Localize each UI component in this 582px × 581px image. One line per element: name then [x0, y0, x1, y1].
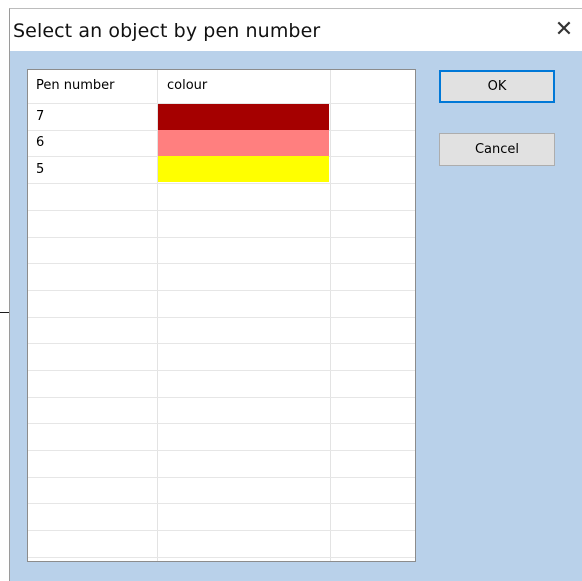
row-separator [28, 450, 415, 451]
row-separator [28, 263, 415, 264]
row-separator [28, 317, 415, 318]
header-colour[interactable]: colour [167, 78, 207, 93]
row-separator [28, 370, 415, 371]
pen-number-cell: 6 [36, 135, 45, 150]
row-separator [28, 477, 415, 478]
column-separator [330, 70, 331, 561]
background-edge-mark [0, 312, 9, 313]
row-separator [28, 183, 415, 184]
colour-swatch [158, 104, 329, 130]
pen-select-dialog: Select an object by pen number ✕ Pen num… [9, 8, 582, 581]
dialog-body: Pen number colour 7 6 5 OK Cancel [10, 51, 582, 581]
row-separator [28, 557, 415, 558]
pen-number-cell: 5 [36, 162, 45, 177]
row-separator [28, 290, 415, 291]
title-bar: Select an object by pen number ✕ [10, 9, 582, 52]
ok-button[interactable]: OK [439, 70, 555, 103]
row-separator [28, 397, 415, 398]
header-pen-number[interactable]: Pen number [36, 78, 114, 93]
row-separator [28, 530, 415, 531]
row-separator [28, 423, 415, 424]
row-separator [28, 210, 415, 211]
row-separator [28, 237, 415, 238]
colour-swatch [158, 156, 329, 182]
row-separator [28, 503, 415, 504]
pen-table[interactable]: Pen number colour 7 6 5 [27, 69, 416, 562]
row-separator [28, 343, 415, 344]
close-icon[interactable]: ✕ [546, 13, 582, 45]
pen-number-cell: 7 [36, 109, 45, 124]
colour-swatch [158, 130, 329, 156]
dialog-title: Select an object by pen number [13, 20, 321, 42]
cancel-button[interactable]: Cancel [439, 133, 555, 166]
